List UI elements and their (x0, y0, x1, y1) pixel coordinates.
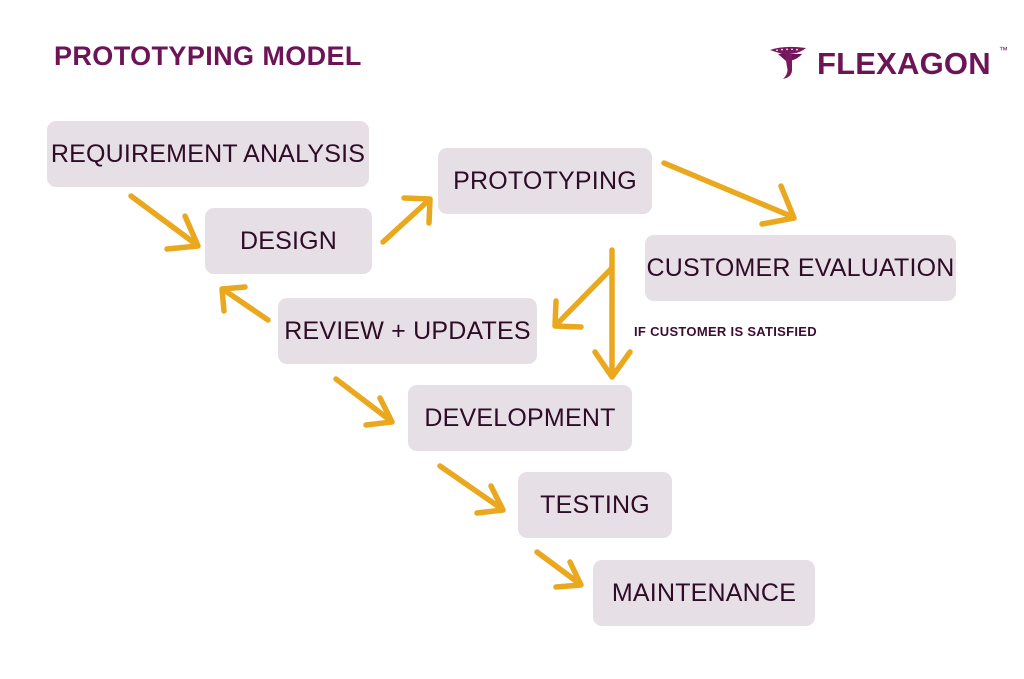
stage-label-testing: TESTING (540, 490, 650, 519)
page-title: PROTOTYPING MODEL (54, 41, 362, 71)
arrow-review-updates-to-development (333, 376, 395, 428)
stage-label-prototyping: PROTOTYPING (453, 166, 637, 195)
flexagon-wordmark: FLEXAGON (817, 45, 991, 81)
condition-label-if-customer-is-satisfied: IF CUSTOMER IS SATISFIED (634, 324, 817, 339)
arrow-prototyping-to-customer-evaluation (661, 160, 797, 227)
flexagon-f-mark-icon (768, 42, 810, 82)
stage-box-review-updates[interactable]: REVIEW + UPDATES (278, 298, 537, 364)
arrow-requirement-analysis-to-design (128, 193, 201, 252)
diagram-canvas: PROTOTYPING MODEL FLEXAGON ™ REQUIREMENT… (0, 0, 1024, 679)
arrow-design-to-prototyping (380, 195, 433, 245)
arrow-customer-evaluation-to-development (592, 247, 633, 380)
arrow-customer-evaluation-to-review-updates (552, 265, 615, 330)
arrow-review-updates-to-design (219, 284, 271, 323)
stage-box-maintenance[interactable]: MAINTENANCE (593, 560, 815, 626)
stage-box-requirement-analysis[interactable]: REQUIREMENT ANALYSIS (47, 121, 369, 187)
stage-label-customer-evaluation: CUSTOMER EVALUATION (646, 253, 955, 282)
arrow-development-to-testing (437, 463, 506, 516)
arrow-testing-to-maintenance (534, 549, 584, 590)
stage-label-design: DESIGN (239, 226, 338, 255)
stage-label-requirement-analysis: REQUIREMENT ANALYSIS (50, 139, 366, 168)
stage-box-customer-evaluation[interactable]: CUSTOMER EVALUATION (645, 235, 956, 301)
stage-box-prototyping[interactable]: PROTOTYPING (438, 148, 652, 214)
stage-label-review-updates: REVIEW + UPDATES (284, 316, 531, 345)
stage-label-development: DEVELOPMENT (424, 403, 616, 432)
stage-box-design[interactable]: DESIGN (205, 208, 372, 274)
stage-box-development[interactable]: DEVELOPMENT (408, 385, 632, 451)
trademark-symbol: ™ (998, 45, 1008, 55)
flexagon-logo: FLEXAGON ™ (768, 38, 1008, 86)
stage-label-maintenance: MAINTENANCE (611, 578, 797, 607)
stage-box-testing[interactable]: TESTING (518, 472, 672, 538)
